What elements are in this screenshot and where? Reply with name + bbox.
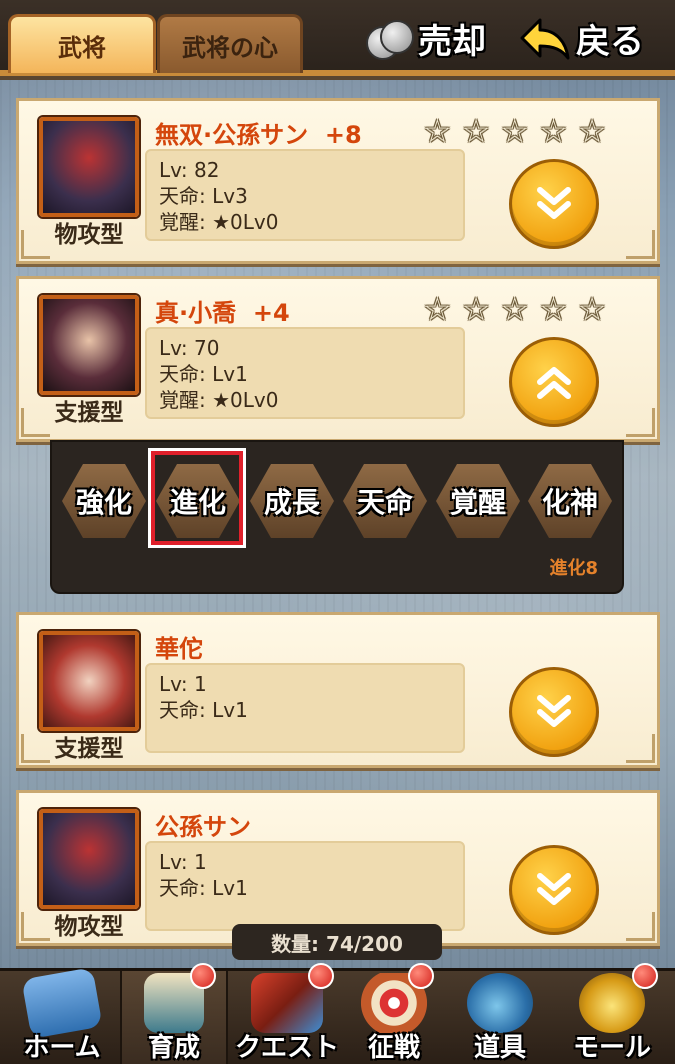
enhance-button[interactable]: 強化 <box>62 464 146 538</box>
rarity-stars: ☆ ☆ ☆ ☆ ☆ <box>423 293 606 325</box>
nav-home-label: ホーム <box>23 1033 101 1063</box>
growth-button[interactable]: 成長 <box>250 464 334 538</box>
notification-badge <box>308 963 334 989</box>
general-portrait <box>39 631 139 731</box>
general-name: 真·小喬 +4 <box>155 299 290 327</box>
star-icon: ☆ <box>423 112 452 150</box>
nav-campaign-label: 征戦 <box>367 1033 420 1063</box>
star-icon: ☆ <box>500 112 530 150</box>
tab-generals[interactable]: 武将 <box>8 14 156 73</box>
roster-count: 数量: 74/200 <box>232 924 442 960</box>
stat-awakening: 覚醒: ★0Lv0 <box>159 388 279 412</box>
stat-level: Lv: 82 <box>159 158 220 182</box>
star-icon: ☆ <box>461 112 491 150</box>
sell-label: 売却 <box>418 21 486 62</box>
nav-items[interactable]: 道具 <box>448 971 552 1064</box>
evolution-count: 進化8 <box>549 558 598 579</box>
star-icon: ☆ <box>539 290 568 328</box>
stat-level: Lv: 1 <box>159 672 207 696</box>
general-name: 無双·公孫サン +8 <box>155 121 362 149</box>
stat-destiny: 天命: Lv1 <box>159 362 248 386</box>
chevron-double-down-icon <box>537 187 571 219</box>
general-type: 物攻型 <box>54 222 124 248</box>
nav-training[interactable]: 育成 <box>120 963 228 1064</box>
stat-box: Lv: 82 天命: Lv3 覚醒: ★0Lv0 <box>145 149 465 241</box>
notification-badge <box>408 963 434 989</box>
star-icon: ☆ <box>500 290 530 328</box>
sell-button[interactable]: 売却 <box>366 12 486 64</box>
stat-box: Lv: 1 天命: Lv1 <box>145 841 465 931</box>
rarity-stars: ☆ ☆ ☆ ☆ ☆ <box>423 115 606 147</box>
general-card[interactable]: 支援型 華佗 Lv: 1 天命: Lv1 <box>16 612 660 768</box>
back-arrow-icon <box>520 18 570 60</box>
nav-mall-label: モール <box>572 1033 651 1063</box>
star-icon: ☆ <box>577 112 607 150</box>
awaken-button[interactable]: 覚醒 <box>436 464 520 538</box>
nav-training-label: 育成 <box>147 1033 200 1063</box>
top-divider-shadow <box>0 76 675 80</box>
tab-general-hearts-label: 武将の心 <box>182 33 278 62</box>
notification-badge <box>190 963 216 989</box>
nav-items-label: 道具 <box>473 1033 526 1063</box>
evolve-button[interactable]: 進化 <box>156 464 240 538</box>
transcend-label: 化神 <box>541 486 598 519</box>
nav-campaign[interactable]: 征戦 <box>344 963 444 1064</box>
action-panel: 強化 進化 成長 天命 覚醒 化神 進化8 <box>50 440 624 594</box>
transcend-button[interactable]: 化神 <box>528 464 612 538</box>
general-card[interactable]: 物攻型 公孫サン Lv: 1 天命: Lv1 <box>16 790 660 946</box>
nav-mall[interactable]: モール <box>556 963 668 1064</box>
destiny-label: 天命 <box>356 486 413 519</box>
general-name: 華佗 <box>155 635 203 663</box>
chevron-double-down-icon <box>537 695 571 727</box>
stat-box: Lv: 1 天命: Lv1 <box>145 663 465 753</box>
general-type: 支援型 <box>54 400 124 426</box>
tab-generals-label: 武将 <box>58 33 106 62</box>
star-icon: ☆ <box>461 290 491 328</box>
awaken-label: 覚醒 <box>449 486 506 519</box>
nav-home[interactable]: ホーム <box>6 967 118 1064</box>
chevron-double-down-icon <box>537 873 571 905</box>
stat-destiny: 天命: Lv1 <box>159 698 248 722</box>
star-icon: ☆ <box>577 290 607 328</box>
expand-button[interactable] <box>509 159 599 249</box>
growth-label: 成長 <box>263 486 320 519</box>
general-type: 物攻型 <box>54 914 124 940</box>
enhance-label: 強化 <box>75 486 132 519</box>
evolve-label: 進化 <box>169 486 226 519</box>
back-button[interactable]: 戻る <box>520 12 644 64</box>
destiny-button[interactable]: 天命 <box>343 464 427 538</box>
general-type: 支援型 <box>54 736 124 762</box>
general-portrait <box>39 809 139 909</box>
coins-icon <box>366 18 414 60</box>
stat-destiny: 天命: Lv1 <box>159 876 248 900</box>
stat-destiny: 天命: Lv3 <box>159 184 248 208</box>
stat-box: Lv: 70 天命: Lv1 覚醒: ★0Lv0 <box>145 327 465 419</box>
general-card[interactable]: 物攻型 無双·公孫サン +8 ☆ ☆ ☆ ☆ ☆ Lv: 82 天命: Lv3 覚醒: … <box>16 98 660 264</box>
nav-quest[interactable]: クエスト <box>230 963 344 1064</box>
general-portrait <box>39 117 139 217</box>
bottom-nav: ホーム 育成 クエスト 征戦 道具 モール <box>0 963 675 1064</box>
stat-awakening: 覚醒: ★0Lv0 <box>159 210 279 234</box>
stat-level: Lv: 70 <box>159 336 220 360</box>
general-name: 公孫サン <box>155 813 251 841</box>
tab-general-hearts[interactable]: 武将の心 <box>157 14 303 73</box>
notification-badge <box>632 963 658 989</box>
expand-button[interactable] <box>509 667 599 757</box>
star-icon: ☆ <box>423 290 452 328</box>
stat-level: Lv: 1 <box>159 850 207 874</box>
star-icon: ☆ <box>539 112 568 150</box>
nav-quest-label: クエスト <box>234 1033 339 1063</box>
general-portrait <box>39 295 139 395</box>
expand-button[interactable] <box>509 845 599 935</box>
back-label: 戻る <box>576 21 644 62</box>
collapse-button[interactable] <box>509 337 599 427</box>
general-card[interactable]: 支援型 真·小喬 +4 ☆ ☆ ☆ ☆ ☆ Lv: 70 天命: Lv1 覚醒: ★0L… <box>16 276 660 442</box>
chevron-double-up-icon <box>537 367 571 399</box>
item-bag-icon <box>467 973 533 1033</box>
